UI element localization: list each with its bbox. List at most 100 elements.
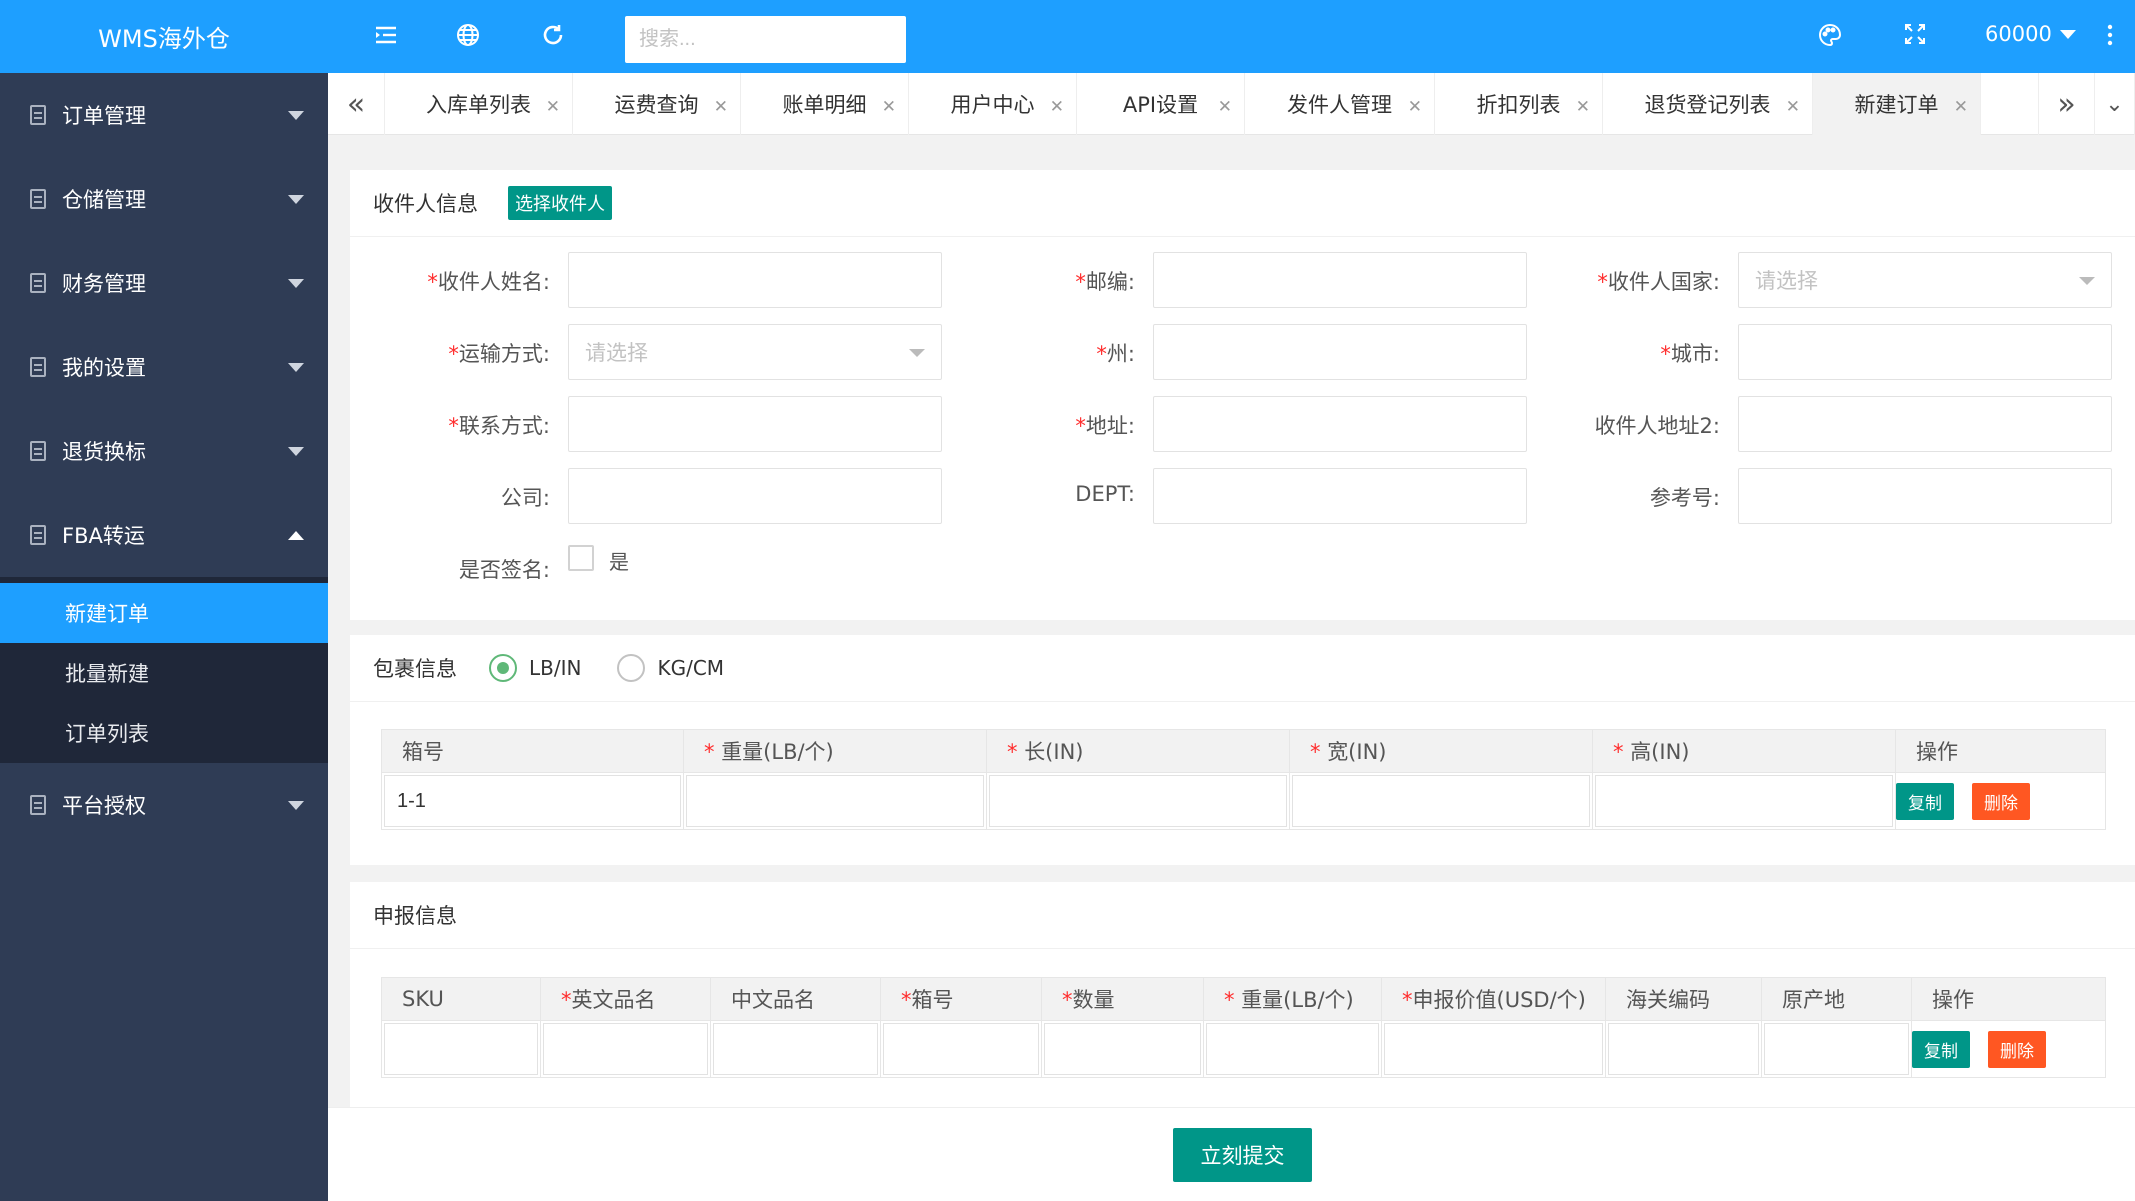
app-logo[interactable]: WMS海外仓 (0, 0, 328, 73)
document-icon (30, 273, 46, 293)
height-input[interactable] (1595, 775, 1893, 827)
weight-input[interactable] (686, 775, 984, 827)
shipping-method-select[interactable]: 请选择 (568, 324, 942, 380)
quantity-input[interactable] (1044, 1023, 1201, 1075)
tab-new-order[interactable]: 新建订单 ✕ (1813, 73, 1981, 135)
sidebar-item-platform-auth[interactable]: 平台授权 (0, 763, 328, 847)
palette-icon[interactable] (1815, 22, 1845, 52)
tab-scroll-left-icon[interactable]: « (328, 73, 385, 135)
address-input[interactable] (1153, 396, 1527, 452)
recipient-card-header: 收件人信息 选择收件人 (350, 170, 2135, 237)
company-input[interactable] (568, 468, 942, 524)
sidebar-item-orders[interactable]: 订单管理 (0, 73, 328, 157)
sidebar-item-warehouse[interactable]: 仓储管理 (0, 157, 328, 241)
sidebar-subitem-order-list[interactable]: 订单列表 (0, 703, 328, 763)
tab-user-center[interactable]: 用户中心 ✕ (909, 73, 1077, 135)
tab-bill-detail[interactable]: 账单明细 ✕ (741, 73, 909, 135)
section-title: 申报信息 (373, 904, 457, 928)
column-header: 海关编码 (1605, 977, 1762, 1021)
en-name-input[interactable] (543, 1023, 708, 1075)
close-icon[interactable]: ✕ (546, 97, 560, 117)
chevron-down-icon (288, 447, 304, 456)
close-icon[interactable]: ✕ (1050, 97, 1064, 117)
search-input[interactable] (625, 16, 906, 63)
country-select[interactable]: 请选择 (1738, 252, 2112, 308)
box-no-input[interactable]: 1-1 (384, 775, 681, 827)
declared-value-input[interactable] (1384, 1023, 1603, 1075)
hs-code-input[interactable] (1608, 1023, 1759, 1075)
unit-option-kgcm[interactable]: KG/CM (617, 654, 724, 682)
refresh-icon[interactable] (538, 22, 568, 52)
close-icon[interactable]: ✕ (882, 97, 896, 117)
state-input[interactable] (1153, 324, 1527, 380)
close-icon[interactable]: ✕ (1786, 97, 1800, 117)
select-recipient-button[interactable]: 选择收件人 (508, 186, 612, 220)
tab-api-settings[interactable]: API设置 ✕ (1077, 73, 1245, 135)
sidebar-item-label: 财务管理 (62, 272, 146, 296)
sidebar-item-finance[interactable]: 财务管理 (0, 241, 328, 325)
section-title: 收件人信息 (373, 192, 478, 216)
document-icon (30, 441, 46, 461)
box-no-input[interactable] (883, 1023, 1039, 1075)
tab-return-registration[interactable]: 退货登记列表 ✕ (1603, 73, 1813, 135)
submit-button[interactable]: 立刻提交 (1173, 1128, 1312, 1182)
close-icon[interactable]: ✕ (714, 97, 728, 117)
copy-row-button[interactable]: 复制 (1896, 782, 1954, 820)
globe-icon[interactable] (453, 22, 483, 52)
dept-label: DEPT: (1075, 482, 1135, 506)
radio-checked-icon[interactable] (489, 654, 517, 682)
sku-input[interactable] (384, 1023, 538, 1075)
sidebar-item-returns[interactable]: 退货换标 (0, 409, 328, 493)
cn-name-input[interactable] (713, 1023, 878, 1075)
tab-discount-list[interactable]: 折扣列表 ✕ (1435, 73, 1603, 135)
reference-input[interactable] (1738, 468, 2112, 524)
table-cell (683, 772, 987, 830)
section-title: 包裹信息 (373, 657, 457, 681)
dept-input[interactable] (1153, 468, 1527, 524)
table-cell (1289, 772, 1593, 830)
weight-input[interactable] (1206, 1023, 1379, 1075)
column-header: 箱号 (381, 729, 684, 773)
column-header: *箱号 (880, 977, 1042, 1021)
zip-input[interactable] (1153, 252, 1527, 308)
tab-freight-query[interactable]: 运费查询 ✕ (573, 73, 741, 135)
delete-row-button[interactable]: 删除 (1988, 1030, 2046, 1068)
tab-inbound-list[interactable]: 入库单列表 ✕ (385, 73, 573, 135)
copy-row-button[interactable]: 复制 (1912, 1030, 1970, 1068)
close-icon[interactable]: ✕ (1576, 97, 1590, 117)
delete-row-button[interactable]: 删除 (1972, 782, 2030, 820)
address2-input[interactable] (1738, 396, 2112, 452)
sidebar-item-settings[interactable]: 我的设置 (0, 325, 328, 409)
close-icon[interactable]: ✕ (1408, 97, 1422, 117)
sidebar-subitem-new-order[interactable]: 新建订单 (0, 583, 328, 643)
fullscreen-icon[interactable] (1900, 22, 1930, 52)
unit-option-lbin[interactable]: LB/IN (489, 654, 581, 682)
tab-sender-management[interactable]: 发件人管理 ✕ (1245, 73, 1435, 135)
width-input[interactable] (1292, 775, 1590, 827)
table-row: 1-1 复制 删除 (381, 772, 2106, 830)
sidebar-subitem-batch-new[interactable]: 批量新建 (0, 643, 328, 703)
tab-scroll-right-icon[interactable]: » (2038, 73, 2095, 135)
tab-label: 账单明细 (782, 93, 867, 117)
user-menu[interactable]: 60000 (1985, 22, 2076, 46)
table-cell (1381, 1020, 1606, 1078)
sidebar-item-fba[interactable]: FBA转运 (0, 493, 328, 577)
table-cell (710, 1020, 881, 1078)
city-input[interactable] (1738, 324, 2112, 380)
origin-input[interactable] (1764, 1023, 1909, 1075)
recipient-name-input[interactable] (568, 252, 942, 308)
column-header: *申报价值(USD/个) (1381, 977, 1606, 1021)
close-icon[interactable]: ✕ (1954, 97, 1968, 117)
table-cell (1041, 1020, 1204, 1078)
length-input[interactable] (989, 775, 1287, 827)
radio-unchecked-icon[interactable] (617, 654, 646, 682)
signature-checkbox[interactable] (568, 545, 594, 571)
chevron-down-icon[interactable]: ⌄ (2095, 73, 2135, 135)
menu-fold-icon[interactable] (371, 22, 401, 52)
reference-label: 参考号: (1649, 486, 1720, 510)
column-header: * 重量(LB/个) (683, 729, 987, 773)
contact-input[interactable] (568, 396, 942, 452)
close-icon[interactable]: ✕ (1218, 97, 1232, 117)
more-vertical-icon[interactable] (2095, 22, 2125, 52)
shipping-method-label: *运输方式: (448, 342, 550, 366)
